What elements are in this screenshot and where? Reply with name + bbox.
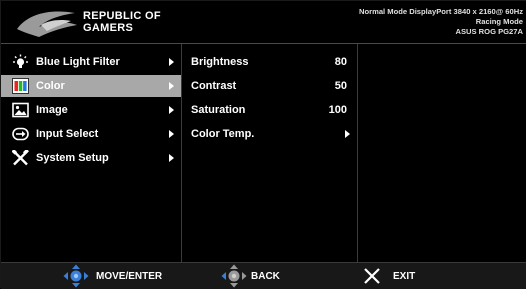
- tools-icon: [12, 150, 29, 166]
- dpad-move-icon: [63, 264, 89, 288]
- submenu-item-brightness[interactable]: Brightness 80: [182, 51, 357, 73]
- saturation-value: 100: [328, 104, 347, 116]
- input-select-icon: [12, 127, 29, 141]
- detail-panel: [358, 44, 526, 262]
- image-icon: [12, 102, 29, 118]
- submenu-item-label: Saturation: [191, 104, 246, 116]
- menu-item-label: Image: [36, 104, 68, 116]
- menu-item-label: Input Select: [36, 128, 99, 140]
- dpad-back-icon: [221, 264, 247, 288]
- chevron-right-icon: [169, 154, 174, 162]
- status-model: ASUS ROG PG27A: [455, 27, 523, 36]
- menu-item-system-setup[interactable]: System Setup: [1, 147, 181, 169]
- menu-item-label: Blue Light Filter: [36, 56, 120, 68]
- bulb-icon: [13, 54, 28, 68]
- status-info: Normal Mode DisplayPort 3840 x 2160@ 60H…: [359, 7, 523, 37]
- menu-item-input-select[interactable]: Input Select: [1, 123, 181, 145]
- menu-item-label: Color: [36, 80, 65, 92]
- hint-label: MOVE/ENTER: [96, 271, 163, 282]
- color-submenu: Brightness 80 Contrast 50 Saturation 100…: [181, 44, 358, 262]
- hint-label: BACK: [251, 271, 280, 282]
- submenu-item-label: Contrast: [191, 80, 237, 92]
- color-palette-icon: [12, 78, 29, 94]
- hint-exit: EXIT: [363, 263, 443, 289]
- brightness-value: 80: [334, 56, 347, 68]
- main-menu: Blue Light Filter Color Image Input Sele…: [1, 44, 181, 262]
- chevron-right-icon: [169, 82, 174, 90]
- menu-item-blue-light-filter[interactable]: Blue Light Filter: [1, 51, 181, 73]
- status-mode: Racing Mode: [475, 17, 523, 26]
- chevron-right-icon: [169, 130, 174, 138]
- menu-item-label: System Setup: [36, 152, 109, 164]
- status-input-info: Normal Mode DisplayPort 3840 x 2160@ 60H…: [359, 7, 523, 16]
- menu-item-color[interactable]: Color: [1, 75, 181, 97]
- chevron-right-icon: [169, 106, 174, 114]
- osd-footer: MOVE/ENTER BACK EXIT: [1, 262, 526, 289]
- osd-header: REPUBLIC OF GAMERS Normal Mode DisplayPo…: [1, 1, 526, 43]
- chevron-right-icon: [169, 58, 174, 66]
- contrast-value: 50: [334, 80, 347, 92]
- submenu-item-saturation[interactable]: Saturation 100: [182, 99, 357, 121]
- brand-line-1: REPUBLIC OF: [83, 10, 161, 22]
- brand-line-2: GAMERS: [83, 22, 134, 34]
- hint-label: EXIT: [393, 271, 416, 282]
- submenu-item-color-temp[interactable]: Color Temp.: [182, 123, 357, 145]
- submenu-item-label: Brightness: [191, 56, 249, 68]
- hint-back: BACK: [221, 263, 321, 289]
- chevron-right-icon: [345, 130, 350, 138]
- hint-move-enter: MOVE/ENTER: [61, 263, 211, 289]
- osd-window: REPUBLIC OF GAMERS Normal Mode DisplayPo…: [0, 0, 526, 289]
- menu-item-image[interactable]: Image: [1, 99, 181, 121]
- close-icon: [364, 268, 380, 284]
- submenu-item-contrast[interactable]: Contrast 50: [182, 75, 357, 97]
- brand-text: REPUBLIC OF GAMERS: [83, 10, 161, 34]
- submenu-item-label: Color Temp.: [191, 128, 255, 140]
